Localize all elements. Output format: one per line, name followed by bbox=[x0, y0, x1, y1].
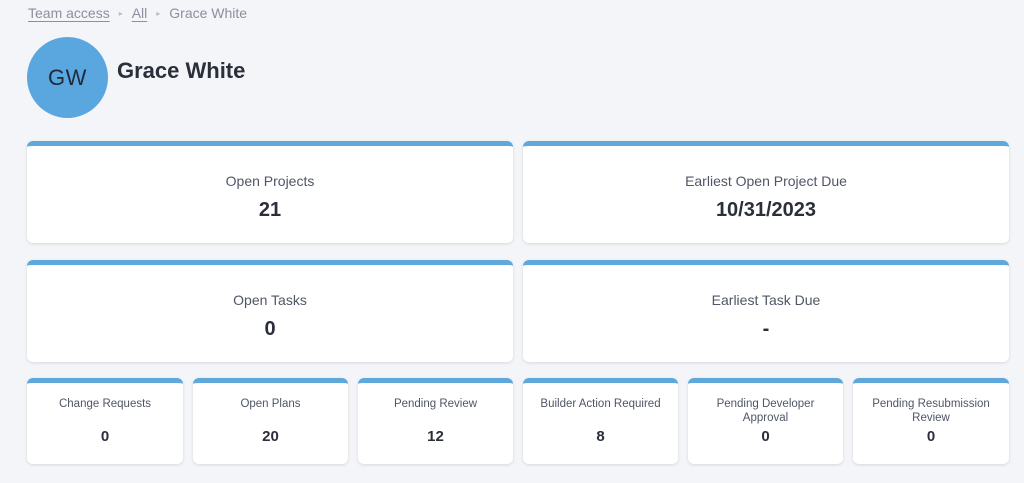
card-value: 0 bbox=[264, 318, 276, 340]
card-label: Change Requests bbox=[58, 398, 152, 410]
profile-header: GW Grace White bbox=[27, 37, 245, 118]
card-value: 0 bbox=[100, 428, 110, 445]
open-tasks-card: Open Tasks 0 bbox=[27, 260, 513, 362]
card-label: Earliest Task Due bbox=[711, 292, 821, 308]
card-label: Open Tasks bbox=[233, 292, 307, 308]
breadcrumb-separator-icon: ▸ bbox=[118, 8, 123, 18]
card-value: 8 bbox=[596, 428, 605, 445]
avatar: GW bbox=[27, 37, 108, 118]
breadcrumb-all-link[interactable]: All bbox=[132, 5, 148, 21]
card-value: 20 bbox=[262, 428, 279, 445]
breadcrumb-separator-icon: ▸ bbox=[156, 8, 161, 18]
card-label: Pending Review bbox=[393, 398, 478, 410]
change-requests-card: Change Requests 0 bbox=[27, 378, 183, 464]
card-label: Earliest Open Project Due bbox=[685, 173, 847, 189]
breadcrumb: Team access ▸ All ▸ Grace White bbox=[28, 4, 247, 22]
card-label: Pending Developer Approval bbox=[716, 398, 815, 424]
pending-developer-approval-card: Pending Developer Approval 0 bbox=[688, 378, 843, 464]
card-label: Open Plans bbox=[240, 398, 301, 410]
card-value: 0 bbox=[926, 428, 936, 445]
card-label: Open Projects bbox=[225, 173, 315, 189]
earliest-task-due-card: Earliest Task Due - bbox=[523, 260, 1009, 362]
card-value: 10/31/2023 bbox=[715, 199, 817, 221]
earliest-open-project-due-card: Earliest Open Project Due 10/31/2023 bbox=[523, 141, 1009, 243]
card-value: 12 bbox=[427, 428, 444, 445]
card-value: 0 bbox=[761, 428, 770, 445]
breadcrumb-current: Grace White bbox=[169, 5, 248, 21]
card-value: 21 bbox=[258, 199, 282, 221]
card-label: Pending Resubmission Review bbox=[872, 398, 990, 424]
breadcrumb-team-access-link[interactable]: Team access bbox=[28, 5, 110, 21]
builder-action-required-card: Builder Action Required 8 bbox=[523, 378, 678, 464]
pending-review-card: Pending Review 12 bbox=[358, 378, 513, 464]
page-title: Grace White bbox=[117, 58, 246, 83]
open-projects-card: Open Projects 21 bbox=[27, 141, 513, 243]
card-label: Builder Action Required bbox=[540, 398, 661, 410]
pending-resubmission-review-card: Pending Resubmission Review 0 bbox=[853, 378, 1009, 464]
card-value: - bbox=[762, 318, 770, 340]
open-plans-card: Open Plans 20 bbox=[193, 378, 348, 464]
